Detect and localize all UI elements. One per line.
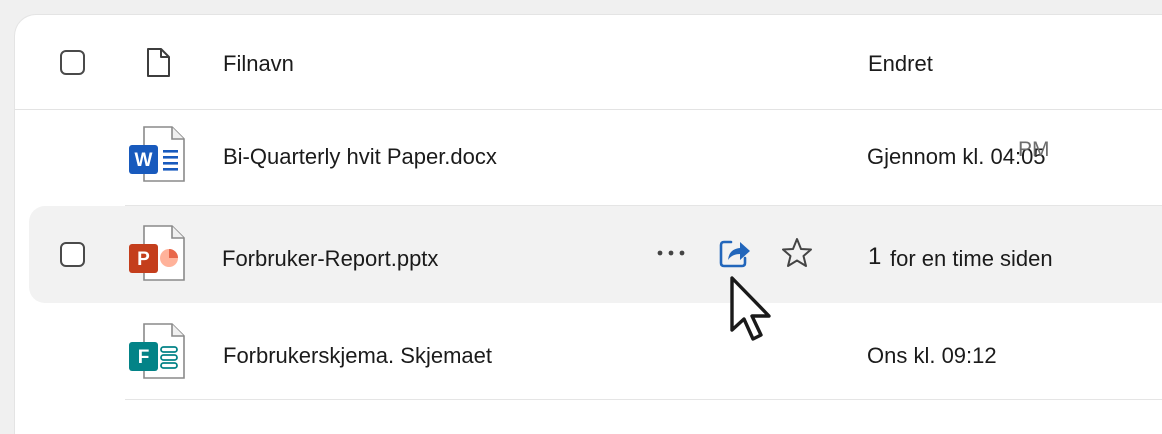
table-row[interactable]: W Bi-Quarterly hvit Paper.docx Gjennom k… [15, 109, 1162, 206]
list-header: Filnavn Endret [15, 15, 1162, 110]
file-name[interactable]: Forbruker-Report.pptx [222, 246, 438, 272]
svg-text:P: P [137, 249, 150, 270]
column-header-modified[interactable]: Endret [868, 51, 933, 77]
favorite-star-icon[interactable] [779, 236, 815, 270]
file-name[interactable]: Forbrukerskjema. Skjemaet [223, 343, 492, 369]
modified-count: 1 [868, 243, 882, 270]
file-name[interactable]: Bi-Quarterly hvit Paper.docx [223, 144, 497, 170]
more-options-icon[interactable] [655, 246, 687, 260]
mouse-cursor-icon [730, 276, 771, 341]
share-icon[interactable] [717, 236, 753, 270]
powerpoint-file-icon: P [129, 225, 185, 281]
file-type-icon[interactable] [146, 47, 171, 78]
modified-date: Ons kl. 09:12 [867, 343, 997, 368]
column-header-name[interactable]: Filnavn [223, 51, 294, 77]
table-row[interactable]: P Forbruker-Report.pptx 1 for en time si… [29, 206, 1162, 303]
modified-date: for en time siden [890, 246, 1053, 271]
forms-file-icon: F [129, 323, 185, 379]
select-all-checkbox[interactable] [60, 50, 85, 75]
word-file-icon: W [129, 126, 185, 182]
file-list: Filnavn Endret W Bi-Quarterly hvit Paper… [14, 14, 1162, 434]
table-row[interactable]: F Forbrukerskjema. Skjemaet Ons kl. 09:1… [15, 303, 1162, 400]
svg-text:W: W [135, 150, 153, 171]
svg-text:F: F [138, 347, 150, 368]
modified-date-suffix: PM [1018, 138, 1050, 161]
row-checkbox[interactable] [60, 242, 85, 267]
